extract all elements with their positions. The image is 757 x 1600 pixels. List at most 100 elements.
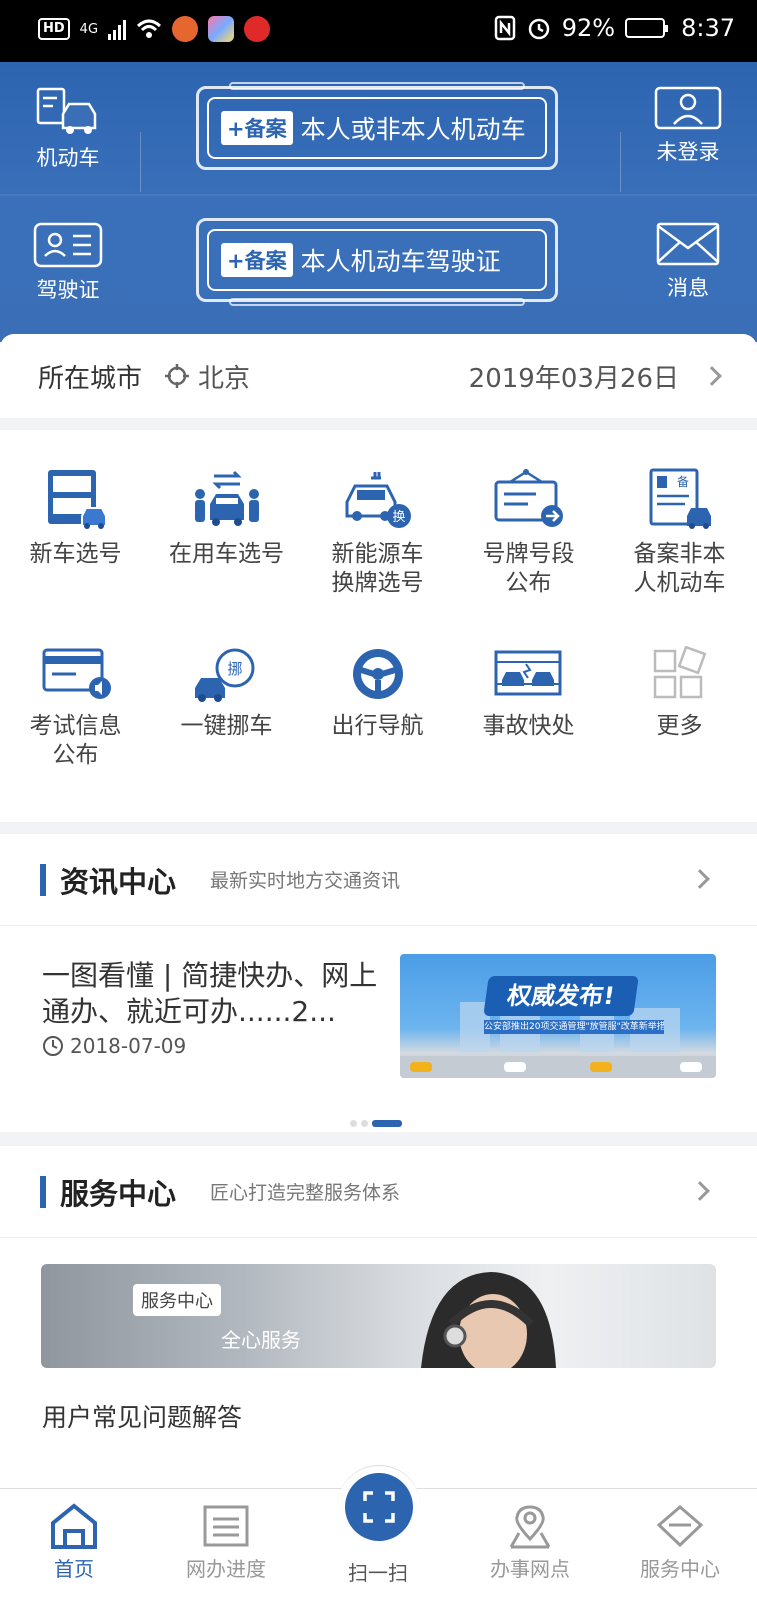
tab-home[interactable]: 首页 <box>14 1503 134 1582</box>
register-document-icon: 备 <box>649 468 711 529</box>
service-label: 公布 <box>52 742 99 768</box>
message-button[interactable]: 消息 <box>640 222 736 302</box>
service-diamond-icon <box>656 1505 704 1548</box>
login-button[interactable]: 未登录 <box>640 86 736 166</box>
license-icon <box>33 222 103 268</box>
service-exam-info[interactable]: 考试信息 公布 <box>0 646 151 770</box>
service-label: 备案非本 <box>633 541 726 567</box>
plate-inner: +备案 本人机动车驾驶证 <box>207 229 547 291</box>
city-row[interactable]: 所在城市 北京 2019年03月26日 <box>0 334 757 418</box>
new-car-number-icon <box>47 470 107 529</box>
home-icon <box>51 1503 97 1549</box>
tab-progress[interactable]: 网办进度 <box>166 1503 286 1582</box>
service-label: 新车选号 <box>29 541 122 567</box>
tab-outlets[interactable]: 办事网点 <box>470 1503 590 1582</box>
location-pin-icon <box>509 1505 551 1549</box>
register-vehicle-button[interactable]: +备案 本人或非本人机动车 <box>196 82 558 170</box>
move-car-icon: 挪 <box>194 648 254 702</box>
service-banner[interactable]: 服务中心 全心服务 <box>41 1264 716 1368</box>
service-register-other-vehicle[interactable]: 备 备案非本 人机动车 <box>604 468 755 598</box>
license-label: 驾驶证 <box>36 278 100 302</box>
service-body: 服务中心 全心服务 用户常见问题解答 <box>0 1238 757 1488</box>
section-title: 资讯中心 <box>60 864 177 899</box>
battery-percent: 92% <box>561 14 616 42</box>
vehicle-button[interactable]: 机动车 <box>20 86 116 172</box>
service-used-car-number[interactable]: 在用车选号 <box>151 468 302 569</box>
divider <box>620 132 621 192</box>
hd-badge: HD <box>38 18 70 40</box>
current-date: 2019年03月26日 <box>468 363 679 394</box>
accident-icon <box>494 650 561 696</box>
service-navigation[interactable]: 出行导航 <box>302 646 453 741</box>
service-label: 人机动车 <box>633 570 726 596</box>
faq-link[interactable]: 用户常见问题解答 <box>42 1398 242 1434</box>
tab-service[interactable]: 服务中心 <box>620 1503 740 1582</box>
service-label: 更多 <box>656 713 703 739</box>
news-image-subtitle: 公安部推出20项交通管理"放管服"改革新举措 <box>484 1020 664 1034</box>
news-date-row: 2018-07-09 <box>42 1034 186 1058</box>
service-banner-slogan: 全心服务 <box>221 1328 301 1352</box>
service-label: 号牌号段 <box>482 541 575 567</box>
used-car-number-icon <box>194 470 259 526</box>
service-more[interactable]: 更多 <box>604 646 755 741</box>
status-left: HD 4G <box>38 16 271 42</box>
news-item[interactable]: 一图看懂 | 简捷快办、网上通办、就近可办......2... 2018-07-… <box>0 926 757 1152</box>
news-image-banner: 权威发布! <box>483 976 639 1016</box>
progress-icon <box>203 1505 249 1547</box>
service-new-energy[interactable]: 换 新能源车 换牌选号 <box>302 468 453 598</box>
vehicle-label: 机动车 <box>36 146 100 170</box>
network-type: 4G <box>79 21 99 37</box>
tab-label: 办事网点 <box>490 1557 570 1581</box>
login-label: 未登录 <box>656 140 720 164</box>
chevron-right-icon <box>690 869 710 889</box>
register-tag: +备案 <box>221 243 293 277</box>
service-move-car[interactable]: 挪 一键挪车 <box>151 646 302 741</box>
service-section: 服务中心 匠心打造完整服务体系 服务中心 全心服务 用户常见问题解答 <box>0 1146 757 1488</box>
tab-label: 首页 <box>54 1557 94 1581</box>
user-icon <box>654 86 722 130</box>
news-date: 2018-07-09 <box>70 1034 187 1058</box>
news-thumbnail[interactable]: 权威发布! 公安部推出20项交通管理"放管服"改革新举措 <box>400 954 716 1078</box>
steering-wheel-icon <box>352 649 403 699</box>
svg-text:挪: 挪 <box>227 660 242 678</box>
plate-segment-icon <box>494 469 563 527</box>
service-plate-segment[interactable]: 号牌号段 公布 <box>453 468 604 598</box>
service-new-car-number[interactable]: 新车选号 <box>0 468 151 569</box>
chevron-right-icon <box>690 1181 710 1201</box>
status-right: 92% 8:37 <box>494 14 735 42</box>
city-label: 所在城市 <box>38 363 143 394</box>
wifi-icon <box>137 19 162 38</box>
exam-info-icon <box>42 648 111 699</box>
news-header[interactable]: 资讯中心 最新实时地方交通资讯 <box>0 834 757 926</box>
service-accident[interactable]: 事故快处 <box>453 646 604 741</box>
bottom-tab-bar: 首页 网办进度 扫一扫 办事网点 服务中心 <box>0 1465 757 1600</box>
section-marker <box>40 863 46 896</box>
city-name: 北京 <box>198 363 251 394</box>
scan-button[interactable] <box>345 1473 413 1541</box>
register-license-button[interactable]: +备案 本人机动车驾驶证 <box>196 218 558 306</box>
tab-scan-label[interactable]: 扫一扫 <box>318 1557 438 1586</box>
divider <box>140 132 141 192</box>
plate-rail <box>229 82 525 90</box>
city-selector[interactable]: 北京 <box>164 358 250 395</box>
more-grid-icon <box>653 646 706 699</box>
signal-icon <box>108 18 127 40</box>
header: 机动车 驾驶证 +备案 本人或非本人机动车 +备案 本人机动车驾驶证 未登录 消… <box>0 62 757 342</box>
status-bar: HD 4G 92% 8:37 <box>0 0 757 62</box>
service-banner-tag: 服务中心 <box>133 1284 221 1316</box>
service-label: 公布 <box>505 570 552 596</box>
tab-label: 网办进度 <box>186 1557 266 1581</box>
news-section: 资讯中心 最新实时地方交通资讯 一图看懂 | 简捷快办、网上通办、就近可办...… <box>0 834 757 1132</box>
clock: 8:37 <box>681 14 735 42</box>
register-tag: +备案 <box>221 111 293 145</box>
envelope-icon <box>656 222 720 266</box>
nfc-icon <box>494 15 515 41</box>
chevron-right-icon <box>702 366 722 386</box>
license-button[interactable]: 驾驶证 <box>20 222 116 304</box>
plate-inner: +备案 本人或非本人机动车 <box>207 97 547 159</box>
service-header[interactable]: 服务中心 匠心打造完整服务体系 <box>0 1146 757 1238</box>
service-label: 一键挪车 <box>180 713 273 739</box>
locate-icon <box>165 364 190 388</box>
app-notification-icon <box>172 16 199 42</box>
app-notification-icon <box>244 16 271 42</box>
